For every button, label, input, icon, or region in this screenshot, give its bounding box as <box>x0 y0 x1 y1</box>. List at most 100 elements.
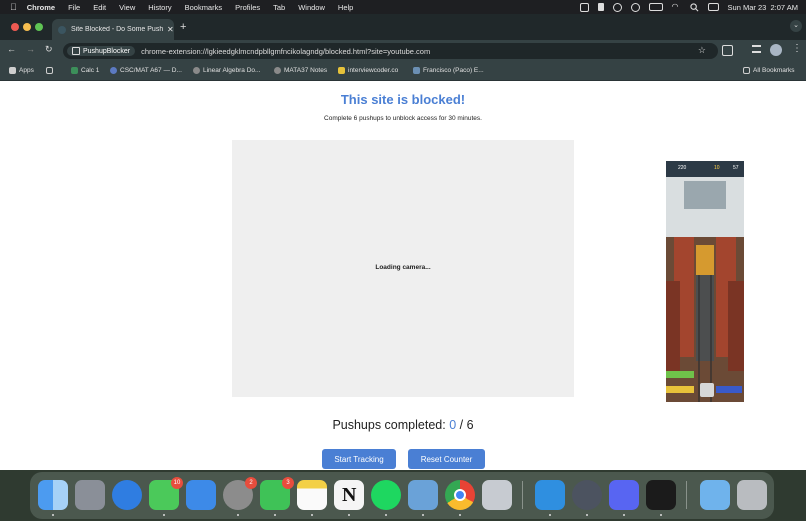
menu-edit[interactable]: Edit <box>93 3 106 12</box>
address-bar[interactable]: PushupBlocker chrome-extension://lgkieed… <box>63 43 718 59</box>
browser-window: Site Blocked - Do Some Push ✕ + ⌄ ← → ↻ … <box>0 14 806 470</box>
profile-avatar[interactable] <box>770 44 782 56</box>
wifi-icon[interactable]: ◠ <box>672 3 681 11</box>
tab-search-icon[interactable]: ⌄ <box>790 20 802 32</box>
media-controls-icon[interactable] <box>752 45 761 53</box>
notes-icon[interactable] <box>297 480 327 516</box>
bookmark-star-icon[interactable]: ☆ <box>698 45 706 56</box>
menu-tab[interactable]: Tab <box>273 3 285 12</box>
counter-label: Pushups completed: <box>332 418 446 432</box>
bookmark-linear-algebra[interactable]: Linear Algebra Do... <box>193 67 260 74</box>
iphone-mirroring-icon[interactable] <box>482 480 512 510</box>
clipboard-status-icon[interactable] <box>597 3 604 11</box>
bookmark-calc1[interactable]: Calc 1 <box>71 67 99 74</box>
battery-icon[interactable] <box>648 3 663 11</box>
menu-view[interactable]: View <box>119 3 135 12</box>
menu-bar:  Chrome File Edit View History Bookmark… <box>0 0 806 14</box>
back-icon[interactable]: ← <box>7 44 16 54</box>
settings-badge: 2 <box>245 477 257 489</box>
bookmark-label: Linear Algebra Do... <box>203 67 261 74</box>
chrome-icon[interactable] <box>445 480 475 516</box>
bookmark-mata37[interactable]: MATA37 Notes <box>274 67 327 74</box>
bookmark-interviewcoder[interactable]: interviewcoder.co <box>338 67 398 74</box>
website-icon <box>413 67 420 74</box>
quicktime-icon[interactable] <box>572 480 602 516</box>
notion-icon[interactable]: N <box>334 480 364 516</box>
reload-icon[interactable]: ↻ <box>45 44 53 55</box>
bookmark-label: CSC/MAT A67 — D... <box>120 67 182 74</box>
spotify-icon[interactable] <box>371 480 401 516</box>
downloads-folder-icon[interactable] <box>700 480 730 510</box>
notion-status-icon[interactable] <box>579 2 589 12</box>
more-menu-icon[interactable]: ⋮ <box>792 43 802 54</box>
system-settings-icon[interactable]: 2 <box>223 477 257 516</box>
bookmark-csc-mat[interactable]: CSC/MAT A67 — D... <box>110 67 182 74</box>
menu-history[interactable]: History <box>148 3 171 12</box>
safari-icon[interactable] <box>112 480 142 510</box>
counter-value: 0 <box>449 418 457 432</box>
messages-icon[interactable]: 10 <box>149 477 183 516</box>
trash-icon[interactable] <box>737 480 767 510</box>
bookmarks-bar: Apps Calc 1 CSC/MAT A67 — D... Linear Al… <box>0 62 806 81</box>
forward-icon[interactable]: → <box>26 44 35 54</box>
menu-bookmarks[interactable]: Bookmarks <box>185 3 223 12</box>
menu-profiles[interactable]: Profiles <box>235 3 260 12</box>
bookmark-label: Apps <box>19 67 34 74</box>
dock-separator <box>522 481 523 509</box>
globe-icon <box>58 25 66 34</box>
preview-icon[interactable] <box>408 480 438 516</box>
game-stars: 57 <box>733 165 739 171</box>
launchpad-icon[interactable] <box>75 480 105 510</box>
minimize-window-button[interactable] <box>23 23 31 31</box>
menu-help[interactable]: Help <box>338 3 353 12</box>
new-tab-icon[interactable]: + <box>180 21 186 33</box>
search-icon[interactable] <box>689 3 699 12</box>
recording-status-icon[interactable] <box>612 2 622 12</box>
play-status-icon[interactable] <box>630 2 640 12</box>
mail-icon[interactable] <box>186 480 216 510</box>
start-tracking-button[interactable]: Start Tracking <box>322 449 396 469</box>
url-text[interactable]: chrome-extension://lgkieedgklmcndpbllgmf… <box>141 47 430 56</box>
facetime-icon[interactable]: 3 <box>260 477 294 516</box>
extensions-icon[interactable] <box>722 45 733 56</box>
finder-icon[interactable] <box>38 480 68 516</box>
reset-counter-button[interactable]: Reset Counter <box>408 449 485 469</box>
toolbar: ← → ↻ PushupBlocker chrome-extension://l… <box>0 40 806 62</box>
extension-chip[interactable]: PushupBlocker <box>67 46 136 56</box>
pushup-counter: Pushups completed: 0 / 6 <box>0 418 806 432</box>
counter-target: 6 <box>466 418 474 432</box>
unity-icon[interactable] <box>646 480 676 516</box>
extension-icon <box>72 47 80 55</box>
grid-icon <box>46 67 53 74</box>
apps-grid-icon <box>9 67 16 74</box>
apple-icon[interactable]:  <box>10 2 17 12</box>
vscode-icon[interactable] <box>535 480 565 516</box>
bookmark-francisco[interactable]: Francisco (Paco) E... <box>413 67 484 74</box>
discord-icon[interactable] <box>609 480 639 516</box>
game-score: 220 <box>678 165 687 171</box>
counter-separator: / <box>459 418 464 432</box>
tab-active[interactable]: Site Blocked - Do Some Push ✕ <box>52 19 174 40</box>
close-tab-icon[interactable]: ✕ <box>167 25 174 34</box>
bookmark-label: Francisco (Paco) E... <box>423 67 484 74</box>
menu-window[interactable]: Window <box>298 3 325 12</box>
bookmark-tab-groups[interactable] <box>46 67 53 74</box>
close-window-button[interactable] <box>11 23 19 31</box>
game-video-overlay[interactable]: 220 10 57 <box>666 161 744 402</box>
tab-strip: Site Blocked - Do Some Push ✕ + ⌄ <box>0 14 806 40</box>
zoom-window-button[interactable] <box>35 23 43 31</box>
menu-app-name[interactable]: Chrome <box>27 3 55 12</box>
control-center-icon[interactable] <box>707 3 719 11</box>
globe-icon <box>193 67 200 74</box>
menu-file[interactable]: File <box>68 3 80 12</box>
bookmark-apps[interactable]: Apps <box>9 67 34 74</box>
bookmark-label: interviewcoder.co <box>348 67 399 74</box>
dock: 10 2 3 N <box>30 472 774 519</box>
interviewcoder-icon <box>338 67 345 74</box>
all-bookmarks[interactable]: All Bookmarks <box>743 67 795 74</box>
bookmark-label: Calc 1 <box>81 67 100 74</box>
menu-datetime[interactable]: Sun Mar 23 2:07 AM <box>728 3 798 12</box>
facetime-badge: 3 <box>282 477 294 489</box>
extension-chip-label: PushupBlocker <box>83 47 131 55</box>
globe-icon <box>274 67 281 74</box>
